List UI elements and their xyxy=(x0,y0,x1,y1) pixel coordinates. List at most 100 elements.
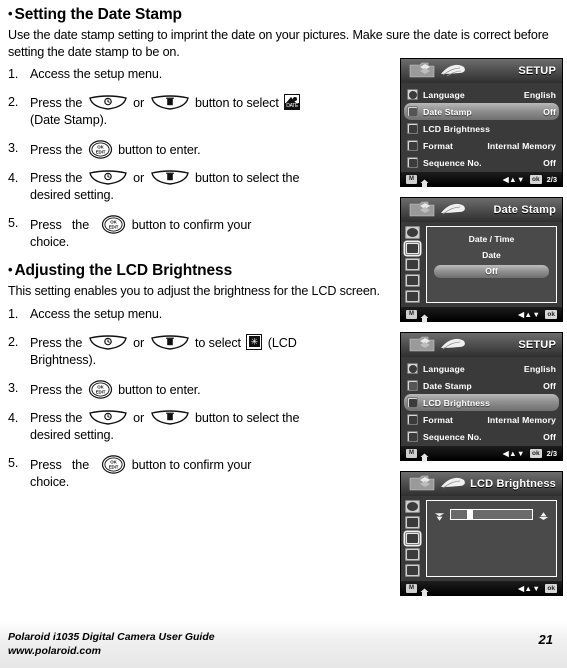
step-text: Access the setup menu. xyxy=(30,67,163,81)
timer-button-icon xyxy=(88,409,128,425)
ok-badge[interactable]: ok xyxy=(545,309,557,319)
step-text: or xyxy=(133,335,145,350)
lcd-brightness-icon xyxy=(407,397,418,408)
sidebar-icon-lcd-brightness[interactable] xyxy=(405,532,420,545)
step-text: Press xyxy=(30,218,62,232)
nav-arrows-icon[interactable]: ◀▲▼ xyxy=(518,310,540,319)
screen-lcd-brightness-slider: LCD Brightness M ◀▲▼ ok xyxy=(400,471,563,596)
timer-button-icon xyxy=(88,95,128,110)
lcd-brightness-glyph: ✳ xyxy=(250,336,259,346)
footer-left-text: Polaroid i1035 Digital Camera User Guide… xyxy=(8,630,215,658)
date-stamp-icon: DATE xyxy=(284,94,301,110)
nav-arrows-icon[interactable]: ◀▲▼ xyxy=(518,584,540,593)
step-text: button to select xyxy=(194,96,279,110)
decrease-brightness-icon[interactable] xyxy=(434,509,445,521)
sequence-icon xyxy=(407,157,418,168)
row-value: Off xyxy=(543,106,556,117)
step-text: button to confirm your xyxy=(131,218,252,232)
footer-right: ◀▲▼ ok 2/3 xyxy=(503,448,557,458)
step-text: Press the xyxy=(30,382,83,397)
submenu-body: Date / Time Date Off xyxy=(401,222,562,307)
sidebar-icon-sequence[interactable] xyxy=(405,564,420,577)
step-text-line2: desired setting. xyxy=(30,427,114,442)
sidebar-icon-lcd-brightness[interactable] xyxy=(405,258,420,271)
step-number: 4. xyxy=(8,171,19,185)
home-icon[interactable] xyxy=(420,175,429,187)
ok-badge[interactable]: ok xyxy=(545,583,557,593)
menu-button-icon[interactable]: M xyxy=(406,174,417,184)
menu-row-language[interactable]: Language English xyxy=(401,360,562,377)
ok-edit-button-icon: OK EDIT xyxy=(88,140,113,159)
step-text-line2: choice. xyxy=(30,474,70,489)
step-text: Press xyxy=(30,457,62,472)
home-icon[interactable] xyxy=(420,584,429,596)
nav-arrows-icon[interactable]: ◀▲▼ xyxy=(503,175,525,184)
footer-left: M xyxy=(406,309,429,322)
row-value: Off xyxy=(543,157,556,168)
menu-row-lcd-brightness[interactable]: LCD Brightness xyxy=(404,394,559,411)
step-text: Access the setup menu. xyxy=(30,306,163,321)
mode-icons xyxy=(407,474,477,494)
sidebar-icon-date-stamp[interactable] xyxy=(405,516,420,529)
menu-row-sequence-no[interactable]: Sequence No. Off xyxy=(401,154,562,171)
home-icon[interactable] xyxy=(420,449,429,461)
brightness-slider-knob[interactable] xyxy=(467,510,474,519)
guide-title: Polaroid i1035 Digital Camera User Guide xyxy=(8,631,215,643)
sidebar-icon-language[interactable] xyxy=(405,226,420,239)
row-label: LCD Brightness xyxy=(423,397,491,408)
sidebar-icon-date-stamp[interactable] xyxy=(405,242,420,255)
footer-left: M xyxy=(406,583,429,596)
step-text-line2: choice. xyxy=(30,235,70,249)
option-date-time[interactable]: Date / Time xyxy=(434,233,549,245)
timer-button-icon xyxy=(88,170,128,185)
ok-badge[interactable]: ok xyxy=(529,174,542,184)
menu-row-language[interactable]: Language English xyxy=(401,86,562,103)
delete-button-icon xyxy=(150,170,190,185)
menu-button-icon[interactable]: M xyxy=(406,583,417,593)
menu-button-icon[interactable]: M xyxy=(406,448,417,458)
globe-icon xyxy=(407,89,418,100)
step-text: button to enter. xyxy=(118,143,201,157)
sidebar-icon-format[interactable] xyxy=(405,274,420,287)
footer-right: ◀▲▼ ok 2/3 xyxy=(503,174,557,184)
manual-page: • Setting the Date Stamp Use the date sta… xyxy=(0,0,567,668)
sun-shape xyxy=(293,96,298,101)
screen-footer: M ◀▲▼ ok 2/3 xyxy=(401,446,562,461)
bullet-icon: • xyxy=(8,6,13,21)
sidebar-icon-format[interactable] xyxy=(405,548,420,561)
home-icon[interactable] xyxy=(420,310,429,322)
step-number: 1. xyxy=(8,306,19,321)
step-text: or xyxy=(133,410,145,425)
step-number: 3. xyxy=(8,380,19,395)
step-text: Press the xyxy=(30,171,83,185)
menu-rows: Language English Date Stamp Off LCD Brig… xyxy=(401,83,562,172)
menu-row-format[interactable]: Format Internal Memory xyxy=(401,137,562,154)
increase-brightness-icon[interactable] xyxy=(538,509,549,520)
menu-button-icon[interactable]: M xyxy=(406,309,417,319)
menu-row-date-stamp[interactable]: Date Stamp Off xyxy=(401,377,562,394)
svg-text:EDIT: EDIT xyxy=(109,224,119,229)
page-footer: Polaroid i1035 Digital Camera User Guide… xyxy=(0,622,567,668)
screen-title: SETUP xyxy=(518,339,556,351)
option-date[interactable]: Date xyxy=(434,249,549,261)
nav-arrows-icon[interactable]: ◀▲▼ xyxy=(503,449,525,458)
website-url: www.polaroid.com xyxy=(8,645,101,657)
section-1-intro: Use the date stamp setting to imprint th… xyxy=(8,28,549,59)
sidebar-icon-language[interactable] xyxy=(405,500,420,513)
step-text: or xyxy=(133,171,145,185)
footer-right: ◀▲▼ ok xyxy=(518,583,557,593)
ok-badge[interactable]: ok xyxy=(529,448,542,458)
brightness-slider-track[interactable] xyxy=(450,509,533,520)
screen-setup-lcd-brightness: SETUP Language English Date Stamp Off LC… xyxy=(400,332,563,461)
menu-row-format[interactable]: Format Internal Memory xyxy=(401,411,562,428)
row-label: Date Stamp xyxy=(423,380,472,391)
sidebar-icon-sequence[interactable] xyxy=(405,290,420,303)
menu-row-sequence-no[interactable]: Sequence No. Off xyxy=(401,428,562,445)
step-text-line2: (Date Stamp). xyxy=(30,113,108,127)
step-text: Press the xyxy=(30,143,83,157)
menu-row-lcd-brightness[interactable]: LCD Brightness xyxy=(401,120,562,137)
menu-row-date-stamp[interactable]: Date Stamp Off xyxy=(404,103,559,120)
brightness-slider-row xyxy=(434,507,549,521)
option-off[interactable]: Off xyxy=(434,265,549,278)
format-icon xyxy=(407,140,418,151)
